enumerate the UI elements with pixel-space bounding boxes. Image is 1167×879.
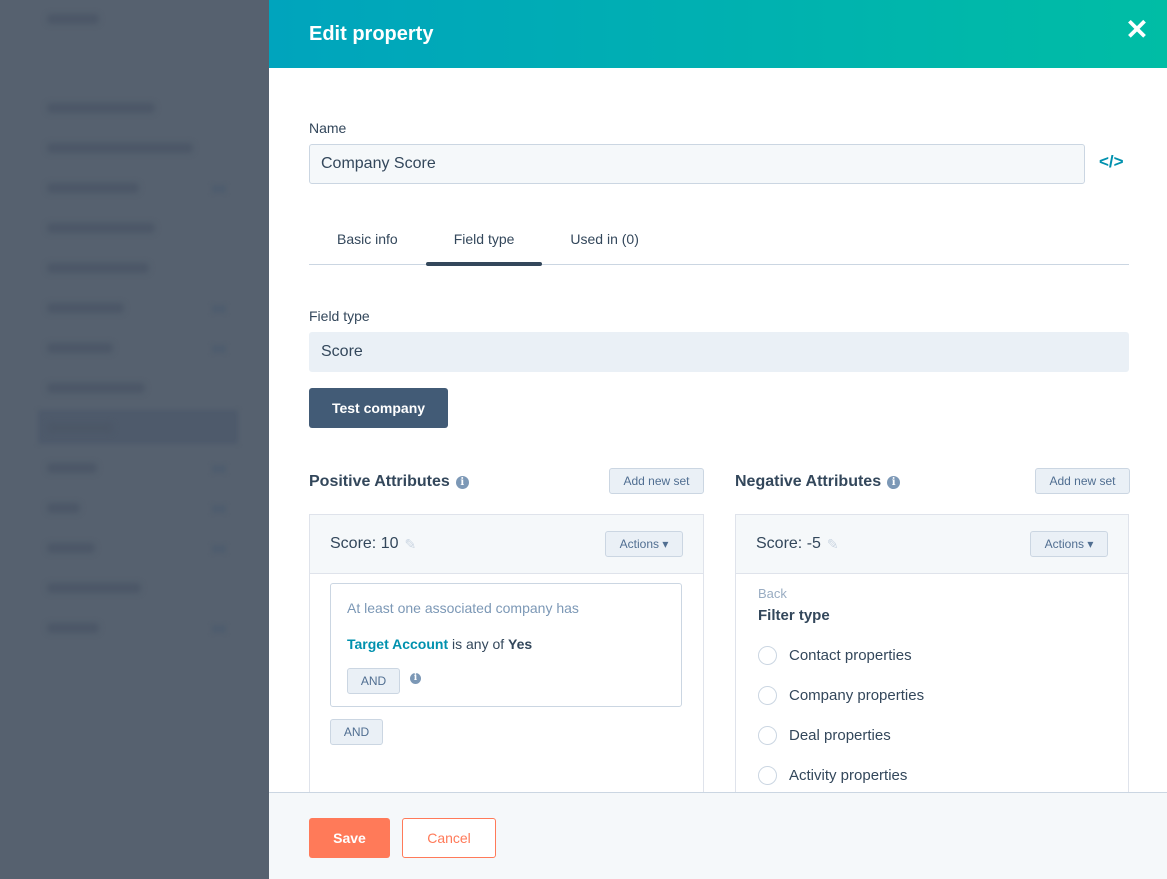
radio-icon <box>758 766 777 785</box>
radio-company-properties[interactable]: Company properties <box>758 686 1106 705</box>
add-positive-set-button[interactable]: Add new set <box>609 468 704 494</box>
radio-icon <box>758 686 777 705</box>
negative-title-text: Negative Attributes <box>735 473 882 490</box>
option-label: Activity properties <box>789 767 908 784</box>
option-label: Deal properties <box>789 727 891 744</box>
tabs: Basic info Field type Used in (0) <box>309 222 1129 266</box>
tab-used-in[interactable]: Used in (0) <box>542 222 666 264</box>
positive-attributes-title: Positive Attributes i <box>309 473 469 491</box>
radio-icon <box>758 646 777 665</box>
background-sidebar-blurred <box>0 0 269 879</box>
code-icon[interactable]: </> <box>1099 152 1124 172</box>
info-icon[interactable]: i <box>410 673 421 684</box>
score-label: Score: 10 <box>330 535 399 552</box>
option-label: Company properties <box>789 687 925 704</box>
info-icon[interactable]: i <box>455 475 469 489</box>
negative-set-card: Score: -5 ✎ Actions ▾ Back Filter type Co… <box>735 514 1129 792</box>
actions-dropdown[interactable]: Actions ▾ <box>1030 531 1108 557</box>
positive-set-card: Score: 10 ✎ Actions ▾ At least one associ… <box>309 514 704 792</box>
cancel-button[interactable]: Cancel <box>402 818 496 858</box>
tab-field-type[interactable]: Field type <box>425 222 543 266</box>
radio-activity-properties[interactable]: Activity properties <box>758 766 1106 785</box>
positive-title-text: Positive Attributes <box>309 473 450 490</box>
condition-intro: At least one associated company has <box>347 600 579 616</box>
panel-footer: Save Cancel <box>269 792 1167 879</box>
close-icon[interactable]: ✕ <box>1125 16 1149 44</box>
actions-label: Actions <box>1044 537 1084 551</box>
radio-icon <box>758 726 777 745</box>
and-inner-button[interactable]: AND <box>347 668 400 694</box>
info-icon[interactable]: i <box>887 475 901 489</box>
condition-value: Yes <box>508 636 533 652</box>
score-label: Score: -5 <box>756 535 821 552</box>
condition: Target Account is any of Yes <box>347 636 665 652</box>
add-negative-set-button[interactable]: Add new set <box>1035 468 1130 494</box>
name-label: Name <box>309 120 347 136</box>
condition-operator: is any of <box>448 636 509 652</box>
filter-group: At least one associated company has Targ… <box>330 583 682 707</box>
panel-header: Edit property ✕ <box>269 0 1167 68</box>
back-link[interactable]: Back <box>758 586 1106 601</box>
and-outer-button[interactable]: AND <box>330 719 383 745</box>
panel-title: Edit property <box>309 22 434 45</box>
negative-attributes-title: Negative Attributes i <box>735 473 901 491</box>
field-type-select[interactable]: Score <box>309 332 1129 372</box>
pencil-icon[interactable]: ✎ <box>404 536 416 553</box>
filter-type-title: Filter type <box>758 607 830 624</box>
radio-deal-properties[interactable]: Deal properties <box>758 726 1106 745</box>
actions-dropdown[interactable]: Actions ▾ <box>605 531 683 557</box>
tab-basic-info[interactable]: Basic info <box>309 222 426 264</box>
radio-contact-properties[interactable]: Contact properties <box>758 646 1106 665</box>
test-company-button[interactable]: Test company <box>309 388 448 428</box>
edit-property-panel: Edit property ✕ Name Company Score </> B… <box>269 0 1167 879</box>
condition-property-link[interactable]: Target Account <box>347 636 448 652</box>
save-button[interactable]: Save <box>309 818 390 858</box>
option-label: Contact properties <box>789 647 912 664</box>
name-input[interactable]: Company Score <box>309 144 1085 184</box>
pencil-icon[interactable]: ✎ <box>827 536 839 553</box>
field-type-label: Field type <box>309 308 370 324</box>
actions-label: Actions <box>619 537 659 551</box>
